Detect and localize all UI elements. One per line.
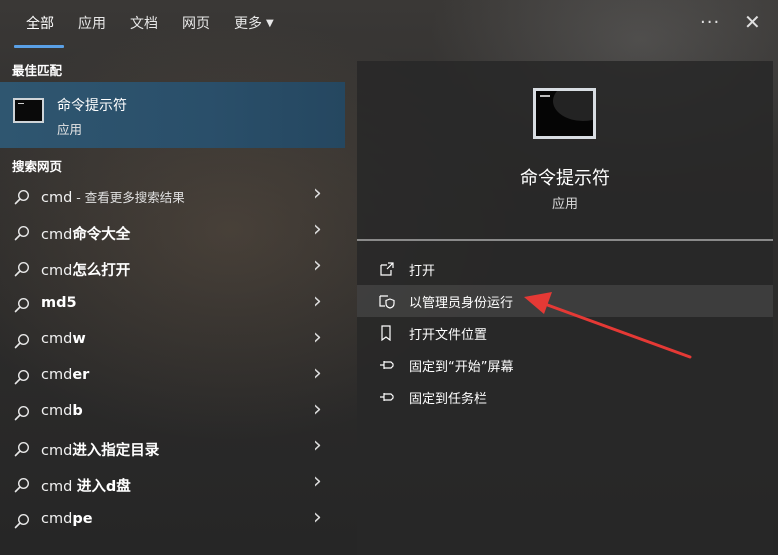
search-result-suggestion: md5 [41, 295, 77, 311]
action-pin-to-taskbar-label: 固定到任务栏 [409, 392, 488, 407]
search-result-text: cmdb [41, 403, 83, 419]
search-icon [14, 477, 30, 493]
search-result-prefix: cmd [41, 190, 73, 206]
search-icon [14, 261, 30, 277]
search-icon [14, 369, 30, 385]
search-result-text: cmd进入指定目录 [41, 439, 159, 460]
search-result-text: cmder [41, 367, 89, 383]
search-result-row[interactable]: cmd命令大全 › [0, 215, 345, 251]
search-result-suggestion: 进入d盘 [76, 479, 131, 495]
active-tab-indicator [14, 45, 64, 48]
detail-panel: 命令提示符 应用 打开 以管理员身份运行 打开文件位置 固定到“开始”屏幕 固定… [357, 61, 773, 555]
chevron-right-icon[interactable]: › [313, 181, 322, 206]
command-prompt-large-icon [533, 88, 596, 139]
search-icon [14, 405, 30, 421]
search-result-text: cmdw [41, 331, 86, 347]
chevron-right-icon[interactable]: › [313, 289, 322, 314]
search-result-row[interactable]: cmd - 查看更多搜索结果 › [0, 179, 345, 215]
search-result-suffix: - 查看更多搜索结果 [72, 190, 185, 205]
detail-subtitle: 应用 [551, 197, 578, 212]
tab-documents[interactable]: 文档 [130, 14, 158, 34]
shield-icon [379, 295, 395, 309]
search-icon [14, 297, 30, 313]
action-pin-to-taskbar[interactable]: 固定到任务栏 [357, 381, 773, 413]
search-result-suggestion: 进入指定目录 [72, 443, 160, 459]
command-prompt-icon [13, 98, 44, 123]
chevron-right-icon[interactable]: › [313, 325, 322, 350]
chevron-right-icon[interactable]: › [313, 433, 322, 458]
results-panel: 最佳匹配 命令提示符 应用 搜索网页 cmd - 查看更多搜索结果 › cmd命令大… [0, 52, 345, 555]
search-result-row[interactable]: cmdb › [0, 395, 345, 431]
tab-more[interactable]: 更多 ▼ [234, 14, 274, 34]
action-run-as-admin[interactable]: 以管理员身份运行 [357, 285, 773, 317]
pin-icon [380, 393, 394, 401]
tab-bar: 全部 应用 文档 网页 更多 ▼ ··· ✕ [0, 0, 778, 48]
action-pin-to-start-label: 固定到“开始”屏幕 [409, 360, 514, 375]
chevron-right-icon[interactable]: › [313, 217, 322, 242]
chevron-down-icon: ▼ [266, 18, 274, 29]
search-result-row[interactable]: cmd 进入d盘 › [0, 467, 345, 503]
search-result-suggestion: er [72, 367, 90, 383]
search-icon [14, 333, 30, 349]
chevron-right-icon[interactable]: › [313, 397, 322, 422]
search-result-prefix: cmd [41, 263, 73, 279]
chevron-right-icon[interactable]: › [313, 469, 322, 494]
search-result-prefix: cmd [41, 479, 77, 495]
search-result-row[interactable]: md5 › [0, 287, 345, 323]
search-result-text: cmd 进入d盘 [41, 475, 131, 496]
search-result-prefix: cmd [41, 443, 73, 459]
open-icon [380, 262, 394, 276]
search-result-prefix: cmd [41, 511, 73, 527]
chevron-right-icon[interactable]: › [313, 505, 322, 530]
search-result-prefix: cmd [41, 227, 73, 243]
search-result-text: cmd命令大全 [41, 223, 130, 244]
search-result-suggestion: b [72, 403, 83, 419]
search-icon [14, 189, 30, 205]
search-result-prefix: cmd [41, 331, 73, 347]
tab-apps[interactable]: 应用 [78, 14, 106, 34]
chevron-right-icon[interactable]: › [313, 253, 322, 278]
search-result-suggestion: 命令大全 [72, 227, 131, 243]
search-result-text: cmdpe [41, 511, 93, 527]
search-result-prefix: cmd [41, 367, 73, 383]
search-result-suggestion: w [72, 331, 86, 347]
pin-icon [380, 361, 394, 369]
search-result-text: cmd怎么打开 [41, 259, 130, 280]
action-open[interactable]: 打开 [357, 253, 773, 285]
search-result-row[interactable]: cmder › [0, 359, 345, 395]
search-result-suggestion: 怎么打开 [72, 263, 131, 279]
search-result-row[interactable]: cmd进入指定目录 › [0, 431, 345, 467]
search-result-row[interactable]: cmdpe › [0, 503, 345, 539]
best-match-subtitle: 应用 [57, 122, 83, 137]
file-location-icon [381, 325, 391, 341]
search-icon [14, 441, 30, 457]
action-open-file-location-label: 打开文件位置 [409, 328, 488, 343]
best-match-item[interactable]: 命令提示符 应用 [0, 82, 345, 148]
action-pin-to-start[interactable]: 固定到“开始”屏幕 [357, 349, 773, 381]
close-icon[interactable]: ✕ [744, 10, 761, 34]
action-run-as-admin-label: 以管理员身份运行 [409, 296, 514, 311]
search-result-row[interactable]: cmd怎么打开 › [0, 251, 345, 287]
search-result-row[interactable]: cmdw › [0, 323, 345, 359]
search-result-suggestion: pe [72, 511, 93, 527]
action-open-file-location[interactable]: 打开文件位置 [357, 317, 773, 349]
more-options-icon[interactable]: ··· [700, 12, 720, 33]
search-icon [14, 225, 30, 241]
chevron-right-icon[interactable]: › [313, 361, 322, 386]
best-match-title: 命令提示符 [57, 98, 127, 114]
search-result-prefix: cmd [41, 403, 73, 419]
tab-more-label: 更多 [234, 16, 262, 32]
detail-title: 命令提示符 [520, 168, 610, 189]
search-web-heading: 搜索网页 [12, 159, 63, 174]
search-icon [14, 513, 30, 529]
action-open-label: 打开 [409, 264, 436, 279]
search-result-text: cmd - 查看更多搜索结果 [41, 187, 185, 206]
best-match-heading: 最佳匹配 [12, 63, 63, 78]
divider [357, 239, 773, 241]
search-result-text: md5 [41, 295, 77, 311]
tab-all[interactable]: 全部 [26, 14, 54, 34]
tab-web[interactable]: 网页 [182, 14, 210, 34]
